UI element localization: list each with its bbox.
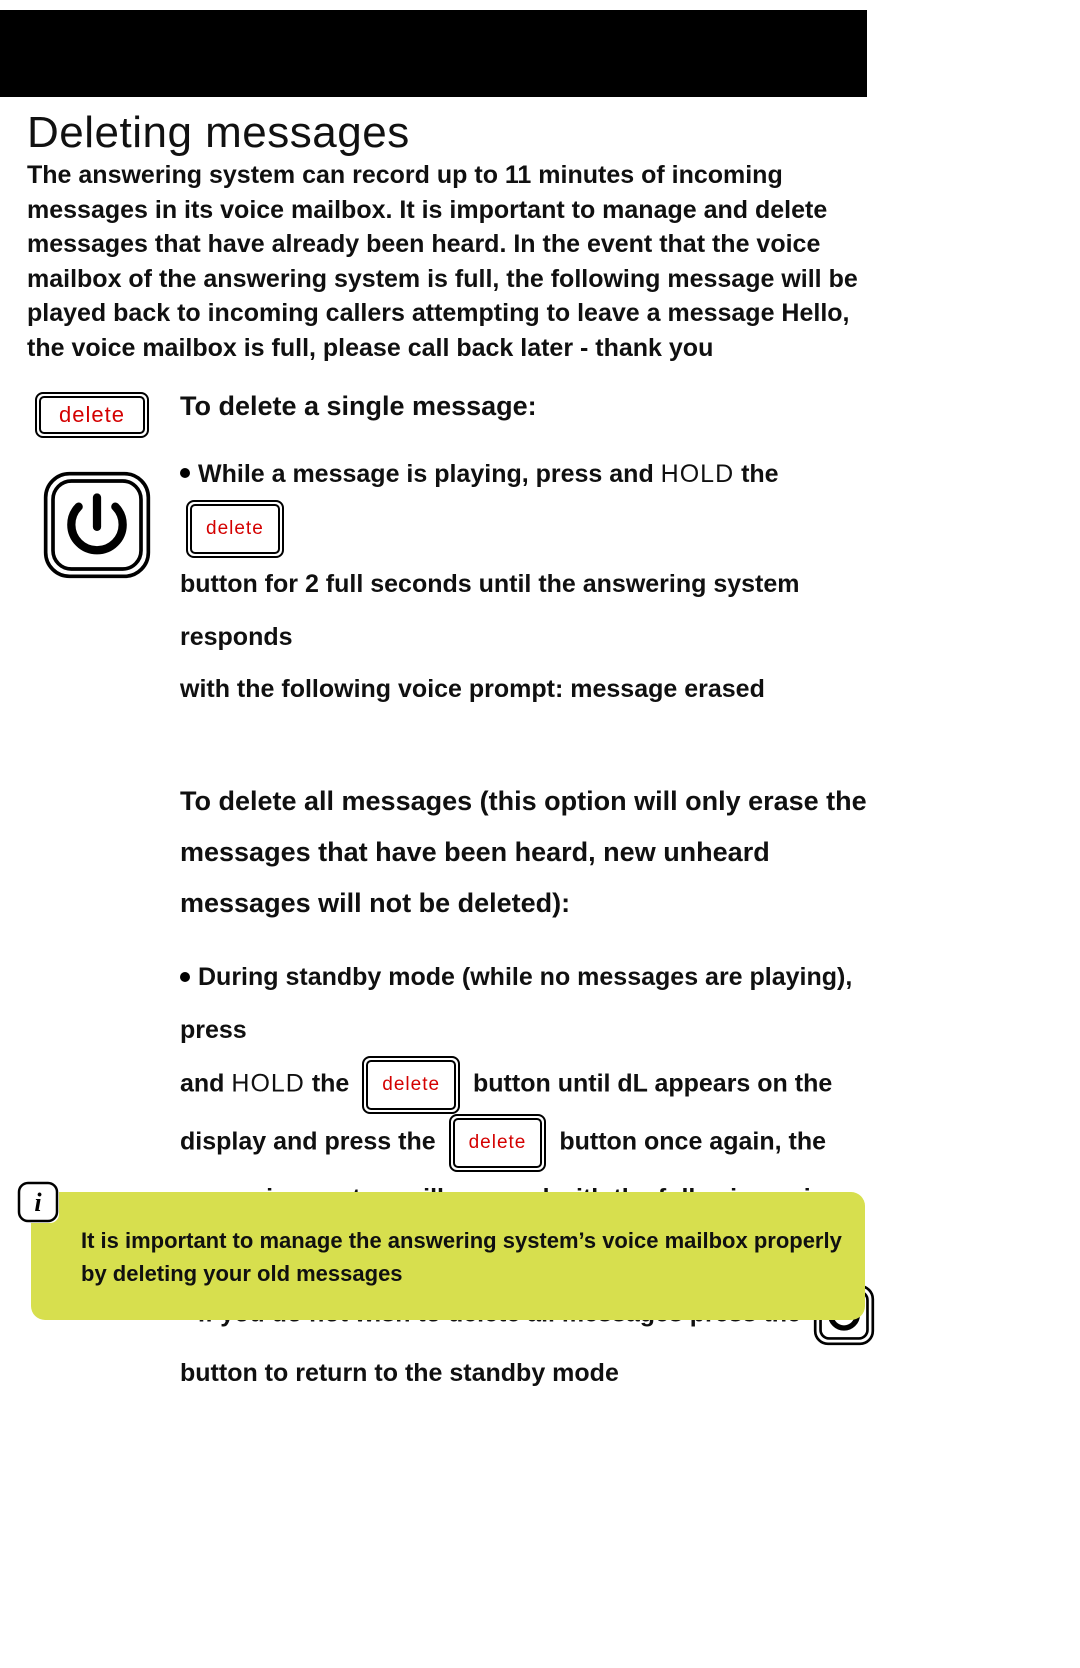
bullet-icon [180,972,190,982]
delete-button-label: delete [39,396,145,434]
delete-button-inline: delete [362,1056,460,1114]
single-step: While a message is playing, press and HO… [180,448,880,716]
bullet-icon [180,468,190,478]
page-title: Deleting messages [27,108,410,158]
intro-paragraph: The answering system can record up to 11… [27,158,877,365]
delete-button-label: delete [453,1118,543,1168]
single-heading: To delete a single message: [180,392,880,422]
delete-button-label: delete [366,1060,456,1110]
delete-button-inline: delete [449,1114,547,1172]
delete-button-inline: delete [186,500,284,558]
svg-text:i: i [34,1188,42,1217]
side-power-button [42,470,152,580]
delete-button: delete [35,392,149,438]
side-delete-button: delete [35,392,149,438]
power-icon [42,470,152,580]
all-heading: To delete all messages (this option will… [180,776,880,930]
info-callout: i It is important to manage the answerin… [17,1192,865,1320]
callout-text: It is important to manage the answering … [81,1224,843,1290]
top-black-bar [0,10,867,97]
info-icon: i [17,1181,59,1223]
delete-button-label: delete [190,504,280,554]
